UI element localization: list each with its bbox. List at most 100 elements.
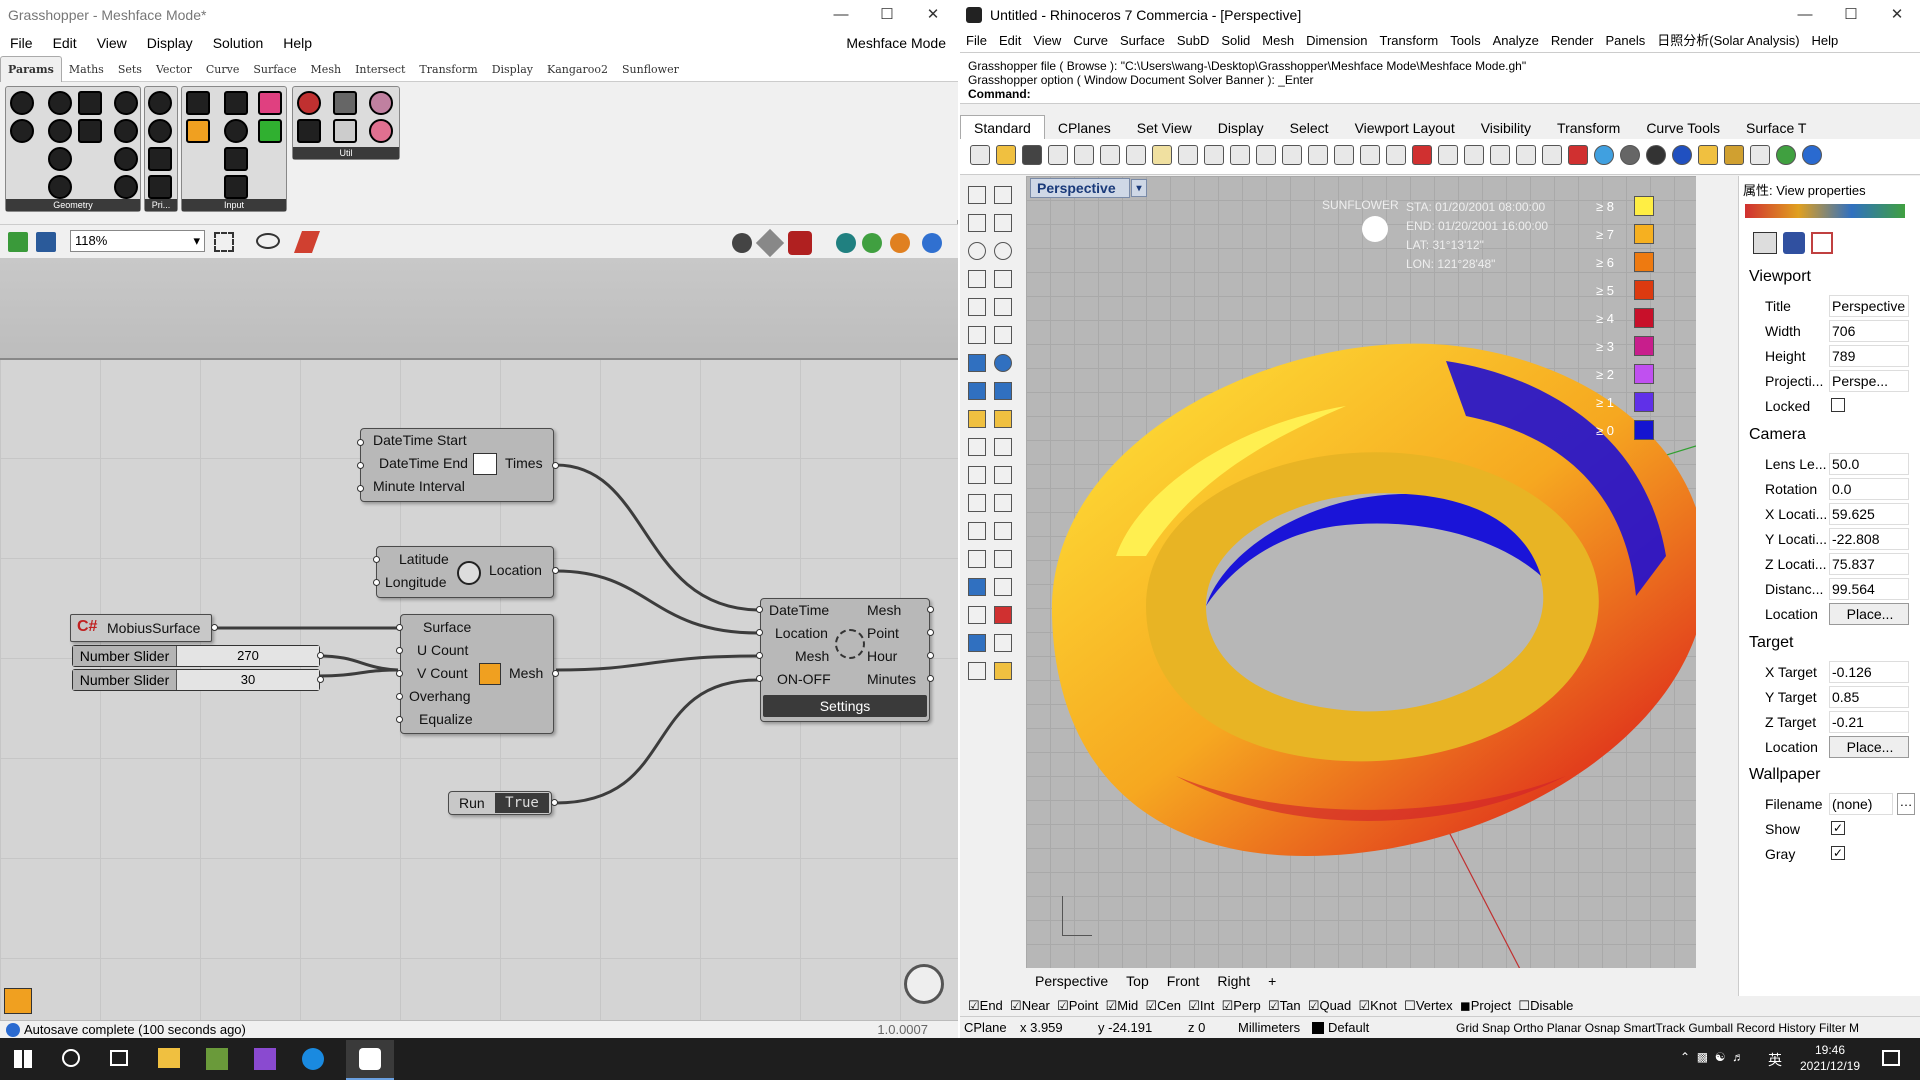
gray-checkbox[interactable]: ✓	[1831, 846, 1845, 860]
property-type-icons[interactable]	[1745, 204, 1905, 218]
tab-viewport-layout[interactable]: Viewport Layout	[1342, 116, 1468, 140]
rendered-sphere-icon[interactable]	[1672, 145, 1692, 165]
group-icon[interactable]	[968, 578, 986, 596]
frame-icon[interactable]	[1811, 232, 1833, 254]
camera-icon[interactable]	[1753, 232, 1777, 254]
plane-param-icon[interactable]	[78, 119, 102, 143]
surface-icon[interactable]	[968, 298, 986, 316]
integer-param-icon[interactable]	[148, 147, 172, 171]
y-target-field[interactable]: 0.85	[1829, 686, 1909, 708]
maximize-button[interactable]: ☐	[1828, 0, 1874, 30]
named-view-icon[interactable]	[1783, 232, 1805, 254]
rh-menu-analyze[interactable]: Analyze	[1487, 30, 1545, 52]
run-toggle[interactable]: Run True	[448, 791, 552, 815]
flash-icon[interactable]	[994, 410, 1012, 428]
analyze-icon[interactable]	[994, 606, 1012, 624]
rh-menu-render[interactable]: Render	[1545, 30, 1600, 52]
drape-icon[interactable]	[968, 662, 986, 680]
pin[interactable]	[357, 485, 364, 492]
rh-menu-help[interactable]: Help	[1806, 30, 1845, 52]
gh-menu-edit[interactable]: Edit	[43, 30, 87, 56]
pin[interactable]	[357, 462, 364, 469]
paste-icon[interactable]	[1152, 145, 1172, 165]
vp-tab-top[interactable]: Top	[1117, 968, 1158, 994]
tab-params[interactable]: Params	[0, 56, 62, 83]
polyline-icon[interactable]	[968, 214, 986, 232]
display-sphere-icon[interactable]	[922, 233, 942, 253]
pin[interactable]	[927, 652, 934, 659]
osnap-perp[interactable]: ☑Perp	[1222, 998, 1261, 1013]
print-icon[interactable]	[1048, 145, 1068, 165]
tab-mesh[interactable]: Mesh	[304, 57, 349, 83]
pin[interactable]	[552, 462, 559, 469]
pin[interactable]	[396, 716, 403, 723]
tab-display[interactable]: Display	[485, 57, 540, 83]
command-history[interactable]: Grasshopper file ( Browse ): "C:\Users\w…	[960, 52, 1920, 104]
z-target-field[interactable]: -0.21	[1829, 711, 1909, 733]
pin[interactable]	[373, 579, 380, 586]
sunflower-icon[interactable]	[186, 119, 210, 143]
trim-icon[interactable]	[968, 494, 986, 512]
rh-menu-surface[interactable]: Surface	[1114, 30, 1171, 52]
app-icon[interactable]	[206, 1048, 228, 1070]
number-slider-1[interactable]: Number Slider 270	[72, 645, 320, 667]
x-location-field[interactable]: 59.625	[1829, 503, 1909, 525]
cylinder-icon[interactable]	[968, 382, 986, 400]
split-icon[interactable]	[968, 466, 986, 484]
curve-icon[interactable]	[994, 214, 1012, 232]
box-icon[interactable]	[968, 354, 986, 372]
toggle-value[interactable]: True	[495, 793, 549, 813]
filename-field[interactable]: (none)	[1829, 793, 1893, 815]
circle-icon[interactable]	[968, 242, 986, 260]
minimize-button[interactable]: —	[818, 0, 864, 30]
vp-tab-front[interactable]: Front	[1158, 968, 1209, 994]
pin[interactable]	[756, 675, 763, 682]
arrow-outline-icon[interactable]	[333, 119, 357, 143]
times-component[interactable]: DateTime Start DateTime End Minute Inter…	[360, 428, 554, 502]
rh-menu-solar-analysis[interactable]: 日照分析(Solar Analysis)	[1651, 30, 1805, 52]
save-icon[interactable]	[1022, 145, 1042, 165]
tab-curve-tools[interactable]: Curve Tools	[1633, 116, 1733, 140]
text-param-icon[interactable]	[148, 175, 172, 199]
shaded-sphere-icon[interactable]	[1646, 145, 1666, 165]
extrude-icon[interactable]	[968, 326, 986, 344]
osnap-int[interactable]: ☑Int	[1188, 998, 1214, 1013]
preview-wire-icon[interactable]	[732, 233, 752, 253]
zoom-selected-icon[interactable]	[1334, 145, 1354, 165]
help-icon[interactable]	[1802, 145, 1822, 165]
browse-button[interactable]: …	[1897, 793, 1915, 815]
osnap-vertex[interactable]: ☐Vertex	[1404, 998, 1453, 1013]
search-icon[interactable]	[62, 1049, 80, 1067]
mesh-icon[interactable]	[994, 382, 1012, 400]
wireframe-sphere-icon[interactable]	[1620, 145, 1640, 165]
tab-transform[interactable]: Transform	[412, 57, 484, 83]
join-icon[interactable]	[994, 466, 1012, 484]
preview-mesh-icon[interactable]	[836, 233, 856, 253]
osnap-near[interactable]: ☑Near	[1010, 998, 1050, 1013]
pin[interactable]	[756, 652, 763, 659]
tab-standard[interactable]: Standard	[960, 115, 1045, 140]
tab-curve[interactable]: Curve	[199, 57, 246, 83]
pin[interactable]	[551, 799, 558, 806]
maximize-button[interactable]: ☐	[864, 0, 910, 30]
pin[interactable]	[552, 567, 559, 574]
x-target-field[interactable]: -0.126	[1829, 661, 1909, 683]
undo-icon[interactable]	[1178, 145, 1198, 165]
tab-surface[interactable]: Surface	[246, 57, 303, 83]
dimension-icon[interactable]	[968, 438, 986, 456]
material-icon[interactable]	[890, 233, 910, 253]
rh-menu-tools[interactable]: Tools	[1444, 30, 1486, 52]
dim-linear-icon[interactable]	[994, 578, 1012, 596]
y-location-field[interactable]: -22.808	[1829, 528, 1909, 550]
title-field[interactable]: Perspective	[1829, 295, 1909, 317]
field-param-icon[interactable]	[114, 147, 138, 171]
rectangle-icon[interactable]	[994, 270, 1012, 288]
vp-tab-perspective[interactable]: Perspective	[1026, 968, 1117, 994]
mesh-param-icon[interactable]	[114, 119, 138, 143]
light-icon[interactable]	[1516, 145, 1536, 165]
rotation-field[interactable]: 0.0	[1829, 478, 1909, 500]
copy-icon[interactable]	[1126, 145, 1146, 165]
canvas-compass-icon[interactable]	[904, 964, 944, 1004]
sunflower-plugin-icon[interactable]	[4, 988, 32, 1014]
light-bulb-icon[interactable]	[968, 410, 986, 428]
